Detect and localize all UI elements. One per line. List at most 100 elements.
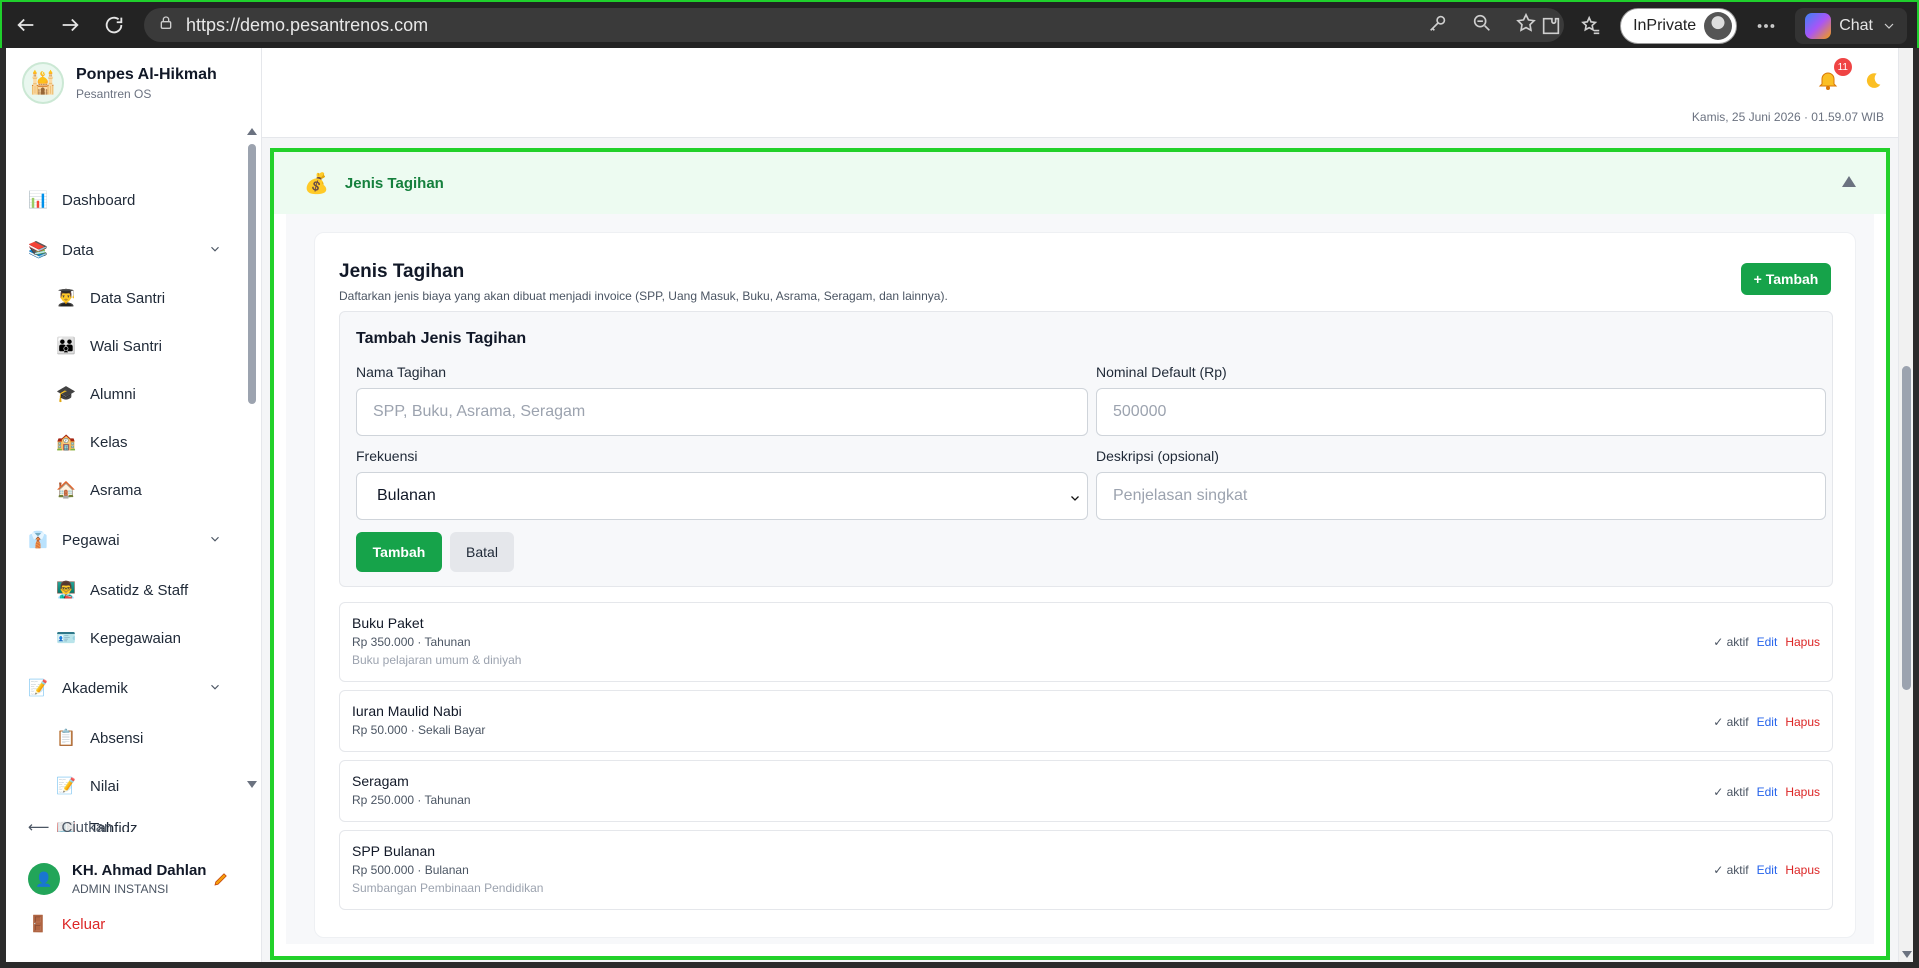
description-input[interactable]: Penjelasan singkat [1096, 472, 1826, 520]
edit-link[interactable]: Edit [1757, 863, 1778, 877]
refresh-button[interactable] [94, 5, 134, 45]
id-card-icon: 🪪 [56, 630, 76, 647]
sidebar-item-kepegawaian[interactable]: 🪪 Kepegawaian [56, 622, 246, 654]
bill-meta: Rp 250.000 · Tahunan [352, 793, 471, 807]
add-bill-type-button[interactable]: + Tambah [1741, 263, 1831, 295]
sidebar-item-kelas[interactable]: 🏫 Kelas [56, 426, 246, 458]
star-icon[interactable] [1515, 12, 1537, 34]
status-badge[interactable]: ✓ aktif [1713, 715, 1748, 729]
bill-name: SPP Bulanan [352, 843, 436, 859]
sidebar-item-wali-santri[interactable]: 👪 Wali Santri [56, 330, 246, 362]
zoom-out-icon[interactable] [1471, 12, 1493, 34]
collapse-caret-icon[interactable] [1842, 176, 1856, 187]
sidebar-item-asatidz-staff[interactable]: 👨‍🏫 Asatidz & Staff [56, 574, 246, 606]
delete-link[interactable]: Hapus [1785, 863, 1820, 877]
house-icon: 🏠 [56, 482, 76, 499]
sidebar-item-data-santri[interactable]: 👨‍🎓 Data Santri [56, 282, 246, 314]
status-badge[interactable]: ✓ aktif [1713, 785, 1748, 799]
extensions-icon[interactable] [1540, 15, 1562, 37]
section-title: Jenis Tagihan [344, 174, 444, 192]
chevron-down-icon [1884, 23, 1894, 29]
jenis-tagihan-section: 💰 Jenis Tagihan Jenis Tagihan Daftarkan … [270, 148, 1890, 960]
bill-description: Buku pelajaran umum & diniyah [352, 653, 522, 667]
sidebar-item-label: Kepegawaian [90, 629, 181, 647]
frequency-select[interactable]: Bulanan [356, 472, 1088, 520]
sidebar-scrollbar[interactable] [246, 124, 258, 794]
clipboard-icon: 📋 [56, 730, 76, 747]
collapse-sidebar-button[interactable]: ⟵ Ciutkan [28, 818, 113, 837]
user-name: KH. Ahmad Dahlan [72, 862, 207, 879]
scroll-down-icon[interactable] [1902, 951, 1912, 958]
sidebar-item-label: Pegawai [62, 531, 120, 549]
inprivate-badge[interactable]: InPrivate [1620, 8, 1738, 44]
door-icon: 🚪 [28, 916, 48, 933]
name-input[interactable]: SPP, Buku, Asrama, Seragam [356, 388, 1088, 436]
scroll-down-icon[interactable] [247, 781, 257, 788]
back-button[interactable] [6, 5, 46, 45]
sidebar-item-absensi[interactable]: 📋 Absensi [56, 722, 246, 754]
bill-name: Buku Paket [352, 615, 424, 631]
arrow-right-icon [62, 18, 79, 32]
bill-description: Sumbangan Pembinaan Pendidikan [352, 881, 544, 895]
sidebar-item-label: Asatidz & Staff [90, 581, 189, 599]
refresh-icon [105, 16, 123, 34]
page-scrollbar[interactable] [1898, 48, 1913, 962]
edit-profile-icon[interactable] [212, 870, 230, 888]
edit-link[interactable]: Edit [1757, 785, 1778, 799]
brand[interactable]: 🕌 Ponpes Al-Hikmah Pesantren OS [22, 62, 217, 104]
more-icon[interactable] [1755, 15, 1777, 37]
books-icon: 📚 [28, 242, 48, 259]
chart-icon: 📊 [28, 192, 48, 209]
edit-link[interactable]: Edit [1757, 635, 1778, 649]
sidebar-item-label: Kelas [90, 433, 128, 451]
memo-icon: 📝 [56, 778, 76, 795]
arrow-left-icon [17, 18, 34, 32]
sidebar-item-asrama[interactable]: 🏠 Asrama [56, 474, 246, 506]
sidebar-item-alumni[interactable]: 🎓 Alumni [56, 378, 246, 410]
nominal-input[interactable]: 500000 [1096, 388, 1826, 436]
bill-row: Iuran Maulid Nabi Rp 50.000 · Sekali Bay… [339, 690, 1833, 752]
description-label: Deskripsi (opsional) [1096, 448, 1219, 464]
money-bag-icon: 💰 [304, 172, 329, 195]
delete-link[interactable]: Hapus [1785, 635, 1820, 649]
bill-row: Seragam Rp 250.000 · Tahunan ✓ aktif Edi… [339, 760, 1833, 822]
sidebar-item-akademik[interactable]: 📝 Akademik [28, 672, 228, 704]
bill-row: Buku Paket Rp 350.000 · Tahunan Buku pel… [339, 602, 1833, 682]
jenis-tagihan-card: Jenis Tagihan Daftarkan jenis biaya yang… [314, 232, 1856, 938]
status-badge[interactable]: ✓ aktif [1713, 863, 1748, 877]
dark-mode-toggle-icon[interactable] [1862, 70, 1884, 92]
chevron-down-icon [1069, 491, 1081, 503]
sidebar-menu: 📊 Dashboard 📚 Data 👨‍🎓 Data Santri 👪 Wal… [6, 132, 246, 832]
sidebar-item-nilai[interactable]: 📝 Nilai [56, 770, 246, 802]
sidebar-item-data[interactable]: 📚 Data [28, 234, 228, 266]
edit-link[interactable]: Edit [1757, 715, 1778, 729]
address-bar[interactable]: https://demo.pesantrenos.com [144, 8, 1564, 42]
submit-button[interactable]: Tambah [356, 532, 442, 572]
bill-meta: Rp 500.000 · Bulanan [352, 863, 469, 877]
copilot-chat-button[interactable]: Chat [1795, 8, 1907, 44]
frequency-label: Frekuensi [356, 448, 418, 464]
form-title: Tambah Jenis Tagihan [356, 330, 527, 347]
forward-button[interactable] [50, 5, 90, 45]
scroll-up-icon[interactable] [247, 128, 257, 135]
student-icon: 👨‍🎓 [56, 290, 76, 307]
sidebar-item-label: Nilai [90, 777, 120, 795]
status-badge[interactable]: ✓ aktif [1713, 635, 1748, 649]
sidebar-item-label: Alumni [90, 385, 136, 403]
delete-link[interactable]: Hapus [1785, 715, 1820, 729]
collapse-label: Ciutkan [61, 818, 113, 836]
scrollbar-thumb[interactable] [248, 144, 256, 404]
sidebar-item-label: Dashboard [62, 191, 136, 209]
delete-link[interactable]: Hapus [1785, 785, 1820, 799]
scrollbar-thumb[interactable] [1902, 366, 1911, 690]
logout-button[interactable]: 🚪 Keluar [28, 914, 105, 934]
card-title: Jenis Tagihan [339, 261, 465, 282]
sidebar-item-dashboard[interactable]: 📊 Dashboard [28, 184, 228, 216]
section-header[interactable]: 💰 Jenis Tagihan [274, 152, 1886, 214]
key-icon[interactable] [1427, 12, 1449, 34]
notification-count-badge: 11 [1833, 58, 1852, 76]
browser-toolbar: https://demo.pesantrenos.com InPrivate C… [0, 0, 1919, 48]
cancel-button[interactable]: Batal [450, 532, 514, 572]
sidebar-item-pegawai[interactable]: 👔 Pegawai [28, 524, 228, 556]
favorites-icon[interactable] [1580, 15, 1602, 37]
